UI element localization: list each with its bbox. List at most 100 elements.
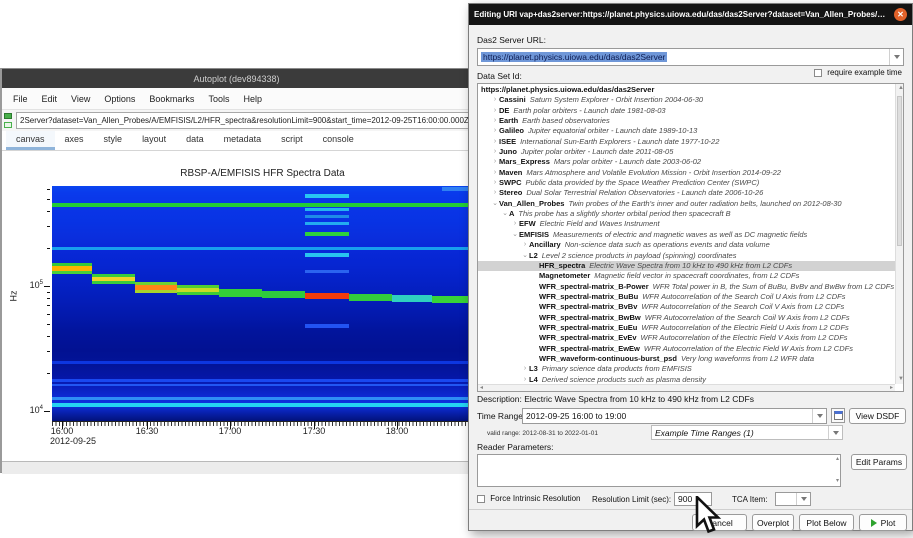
spectrogram-feature bbox=[442, 187, 471, 191]
collapsed-icon[interactable]: › bbox=[491, 137, 499, 147]
menu-help[interactable]: Help bbox=[236, 94, 269, 104]
collapsed-icon[interactable]: › bbox=[491, 95, 499, 105]
tree-node-name: WFR_spectral-matrix_BuBu bbox=[539, 292, 638, 302]
tree-row[interactable]: MagnetometerMagnetic field vector in spa… bbox=[478, 271, 895, 281]
tree-row[interactable]: ›Mars_ExpressMars polar orbiter - Launch… bbox=[478, 157, 895, 167]
tree-row[interactable]: WFR_spectral-matrix_EwEwWFR Autocorrelat… bbox=[478, 344, 895, 354]
menu-options[interactable]: Options bbox=[97, 94, 142, 104]
collapsed-icon[interactable]: › bbox=[491, 178, 499, 188]
tree-row[interactable]: WFR_spectral-matrix_EvEvWFR Autocorrelat… bbox=[478, 333, 895, 343]
tree-row[interactable]: ›MavenMars Atmosphere and Volatile Evolu… bbox=[478, 168, 895, 178]
autoplot-titlebar[interactable]: Autoplot (dev894338) bbox=[2, 69, 471, 88]
collapsed-icon[interactable]: › bbox=[491, 116, 499, 126]
close-icon[interactable]: ✕ bbox=[894, 8, 907, 21]
tree-row[interactable]: ⌄EMFISISMeasurements of electric and mag… bbox=[478, 230, 895, 240]
collapsed-icon[interactable]: › bbox=[521, 375, 529, 384]
chevron-down-icon[interactable] bbox=[889, 49, 903, 65]
force-intrinsic-checkbox[interactable] bbox=[477, 495, 485, 503]
server-url-combo[interactable]: https://planet.physics.uiowa.edu/das/das… bbox=[477, 48, 904, 66]
dialog-titlebar[interactable]: Editing URI vap+das2server:https://plane… bbox=[469, 4, 912, 25]
tca-item-combo[interactable] bbox=[775, 492, 811, 506]
collapsed-icon[interactable]: › bbox=[511, 219, 519, 229]
reader-parameters-textarea[interactable]: ▴ ▾ bbox=[477, 454, 841, 487]
tree-row[interactable]: WFR_spectral-matrix_BwBwWFR Autocorrelat… bbox=[478, 313, 895, 323]
tab-axes[interactable]: axes bbox=[55, 131, 94, 150]
collapsed-icon[interactable]: › bbox=[491, 106, 499, 116]
tab-layout[interactable]: layout bbox=[132, 131, 176, 150]
tree-vertical-scrollbar[interactable]: ▲ ▼ bbox=[895, 84, 903, 384]
tree-row[interactable]: WFR_spectral-matrix_EuEuWFR Autocorrelat… bbox=[478, 323, 895, 333]
tree-row[interactable]: https://planet.physics.uiowa.edu/das/das… bbox=[478, 85, 895, 95]
tree-row[interactable]: WFR_spectral-matrix_BvBvWFR Autocorrelat… bbox=[478, 302, 895, 312]
collapsed-icon[interactable]: › bbox=[491, 126, 499, 136]
plot-canvas[interactable]: RBSP-A/EMFISIS HFR Spectra Data Hz 105 1… bbox=[2, 151, 471, 461]
tree-row[interactable]: ›EFWElectric Field and Waves Instrument bbox=[478, 219, 895, 229]
calendar-button[interactable] bbox=[831, 408, 845, 423]
tree-row[interactable]: ›L4Derived science products such as plas… bbox=[478, 375, 895, 384]
tree-row[interactable]: ›L3Primary science data products from EM… bbox=[478, 364, 895, 374]
y-tick-1e4: 104 bbox=[30, 405, 43, 415]
expanded-icon[interactable]: ⌄ bbox=[511, 230, 519, 240]
spectrogram-plot[interactable] bbox=[52, 186, 471, 421]
tree-node-name: L2 bbox=[529, 251, 538, 261]
chevron-down-icon[interactable] bbox=[812, 409, 826, 423]
collapsed-icon[interactable]: › bbox=[521, 240, 529, 250]
tree-row[interactable]: ›GalileoJupiter equatorial orbiter - Lau… bbox=[478, 126, 895, 136]
x-tick-mark bbox=[397, 421, 398, 429]
time-range-field[interactable]: 2012-09-25 16:00 to 19:00 bbox=[522, 408, 827, 424]
spectrogram-feature bbox=[177, 292, 219, 295]
collapsed-icon[interactable]: › bbox=[491, 147, 499, 157]
tab-script[interactable]: script bbox=[271, 131, 313, 150]
tree-row[interactable]: WFR_spectral-matrix_B-PowerWFR Total pow… bbox=[478, 282, 895, 292]
tab-style[interactable]: style bbox=[94, 131, 133, 150]
tree-node-name: Cassini bbox=[499, 95, 526, 105]
tree-row[interactable]: ⌄L2Level 2 science products in payload (… bbox=[478, 251, 895, 261]
tab-data[interactable]: data bbox=[176, 131, 214, 150]
spectrogram-feature bbox=[52, 361, 471, 364]
plot-button[interactable]: Plot bbox=[859, 514, 907, 531]
tree-row[interactable]: ›ISEEInternational Sun-Earth Explorers -… bbox=[478, 137, 895, 147]
expanded-icon[interactable]: ⌄ bbox=[521, 251, 529, 261]
tree-row[interactable]: ›SWPCPublic data provided by the Space W… bbox=[478, 178, 895, 188]
chevron-down-icon[interactable] bbox=[828, 426, 842, 439]
tree-row[interactable]: ⌄Van_Allen_ProbesTwin probes of the Eart… bbox=[478, 199, 895, 209]
tree-row[interactable]: ›CassiniSaturn System Explorer - Orbit I… bbox=[478, 95, 895, 105]
example-time-ranges-combo[interactable]: Example Time Ranges (1) bbox=[651, 425, 843, 440]
tree-row[interactable]: HFR_spectraElectric Wave Spectra from 10… bbox=[478, 261, 895, 271]
y-tick-major bbox=[44, 411, 50, 412]
view-dsdf-button[interactable]: View DSDF bbox=[849, 408, 906, 424]
overplot-button[interactable]: Overplot bbox=[752, 514, 794, 531]
tree-row[interactable]: ⌄AThis probe has a slightly shorter orbi… bbox=[478, 209, 895, 219]
tab-canvas[interactable]: canvas bbox=[6, 131, 55, 150]
dataset-tree[interactable]: https://planet.physics.uiowa.edu/das/das… bbox=[477, 83, 904, 392]
edit-params-button[interactable]: Edit Params bbox=[851, 454, 907, 470]
tree-row[interactable]: ›JunoJupiter polar orbiter - Launch date… bbox=[478, 147, 895, 157]
tree-row[interactable]: ›EarthEarth based observatories bbox=[478, 116, 895, 126]
tree-row[interactable]: ›DEEarth polar orbiters - Launch date 19… bbox=[478, 106, 895, 116]
tab-console[interactable]: console bbox=[313, 131, 364, 150]
menu-view[interactable]: View bbox=[64, 94, 97, 104]
collapsed-icon[interactable]: › bbox=[521, 364, 529, 374]
require-example-time[interactable]: require example time bbox=[814, 68, 902, 77]
tree-row[interactable]: ›StereoDual Solar Terrestrial Relation O… bbox=[478, 188, 895, 198]
tree-row[interactable]: WFR_spectral-matrix_BuBuWFR Autocorrelat… bbox=[478, 292, 895, 302]
menu-bookmarks[interactable]: Bookmarks bbox=[142, 94, 201, 104]
spectrogram-feature bbox=[52, 271, 92, 274]
collapsed-icon[interactable]: › bbox=[491, 168, 499, 178]
collapsed-icon[interactable]: › bbox=[491, 188, 499, 198]
tree-horizontal-scrollbar[interactable]: ◂ ▸ bbox=[478, 384, 895, 391]
tab-metadata[interactable]: metadata bbox=[214, 131, 272, 150]
collapsed-icon[interactable]: › bbox=[491, 157, 499, 167]
chevron-down-icon[interactable] bbox=[796, 493, 810, 505]
menu-tools[interactable]: Tools bbox=[201, 94, 236, 104]
expanded-icon[interactable]: ⌄ bbox=[501, 209, 509, 219]
require-example-time-checkbox[interactable] bbox=[814, 69, 822, 77]
menu-file[interactable]: File bbox=[6, 94, 35, 104]
force-intrinsic-resolution[interactable]: Force Intrinsic Resolution bbox=[477, 494, 581, 503]
uri-address-field[interactable]: 2Server?dataset=Van_Allen_Probes/A/EMFIS… bbox=[16, 112, 471, 129]
tree-row[interactable]: WFR_waveform-continuous-burst_psdVery lo… bbox=[478, 354, 895, 364]
expanded-icon[interactable]: ⌄ bbox=[491, 199, 499, 209]
tree-row[interactable]: ›AncillaryNon-science data such as opera… bbox=[478, 240, 895, 250]
menu-edit[interactable]: Edit bbox=[35, 94, 65, 104]
plot-below-button[interactable]: Plot Below bbox=[799, 514, 854, 531]
